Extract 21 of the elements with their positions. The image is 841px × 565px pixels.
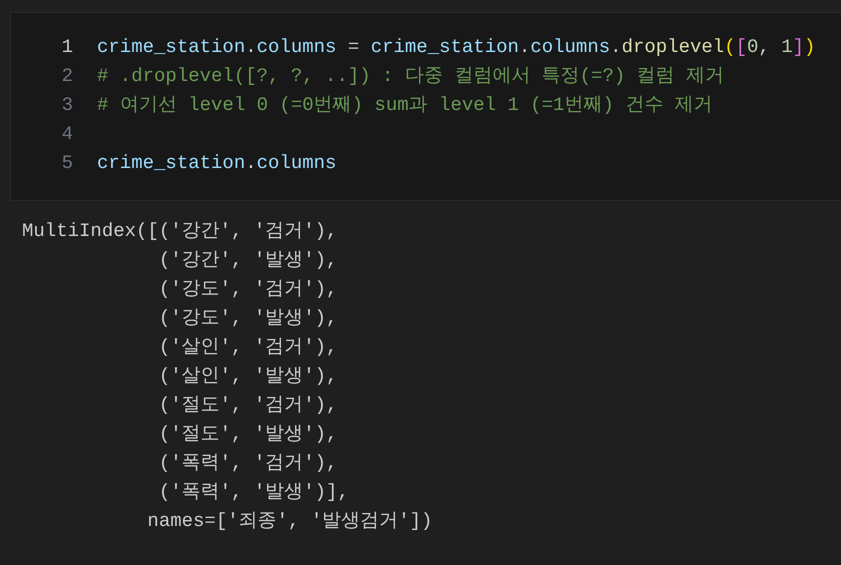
output-line: ('절도', '검거'), (158, 393, 338, 418)
line-number: 4 (60, 122, 73, 148)
code-cell[interactable]: 1 crime_station.columns = crime_station.columns.droplevel([0, 1]) 2 # .droplevel([?, ?, ..]) : 다중 컬럼에서 특정(=?) 컬럼 제거 3 # 여기선 level 0 (=0번째) sum과 level 1 (=1번째) 건수 제거 4 5 crime_station.columns (10, 12, 841, 201)
code-line: crime_station.columns = crime_station.columns.droplevel([0, 1]) (97, 35, 816, 60)
output-line: ('강도', '발생'), (158, 306, 338, 332)
output-line: ('강도', '검거'), (158, 277, 338, 302)
output-line: ('폭력', '발생')], (158, 480, 349, 506)
output-line: ('절도', '발생'), (158, 422, 338, 448)
line-number: 1 (60, 35, 73, 60)
output-line: names=['죄종', '발생검거']) (146, 509, 432, 534)
line-number: 2 (60, 64, 73, 90)
code-line: # .droplevel([?, ?, ..]) : 다중 컬럼에서 특정(=?) 컬럼 제거 (97, 64, 724, 90)
code-line: crime_station.columns (97, 151, 336, 176)
code-line: # 여기선 level 0 (=0번째) sum과 level 1 (=1번째) 건수 제거 (97, 93, 713, 118)
output-line: ('살인', '발생'), (158, 364, 338, 390)
line-number: 3 (60, 93, 73, 118)
output-line: ('살인', '검거'), (158, 335, 338, 360)
output-line: ('폭력', '검거'), (158, 451, 338, 476)
output-line: MultiIndex([('강간', '검거'), (22, 219, 338, 244)
line-number: 5 (60, 151, 73, 176)
output-line: ('강간', '발생'), (158, 248, 338, 274)
